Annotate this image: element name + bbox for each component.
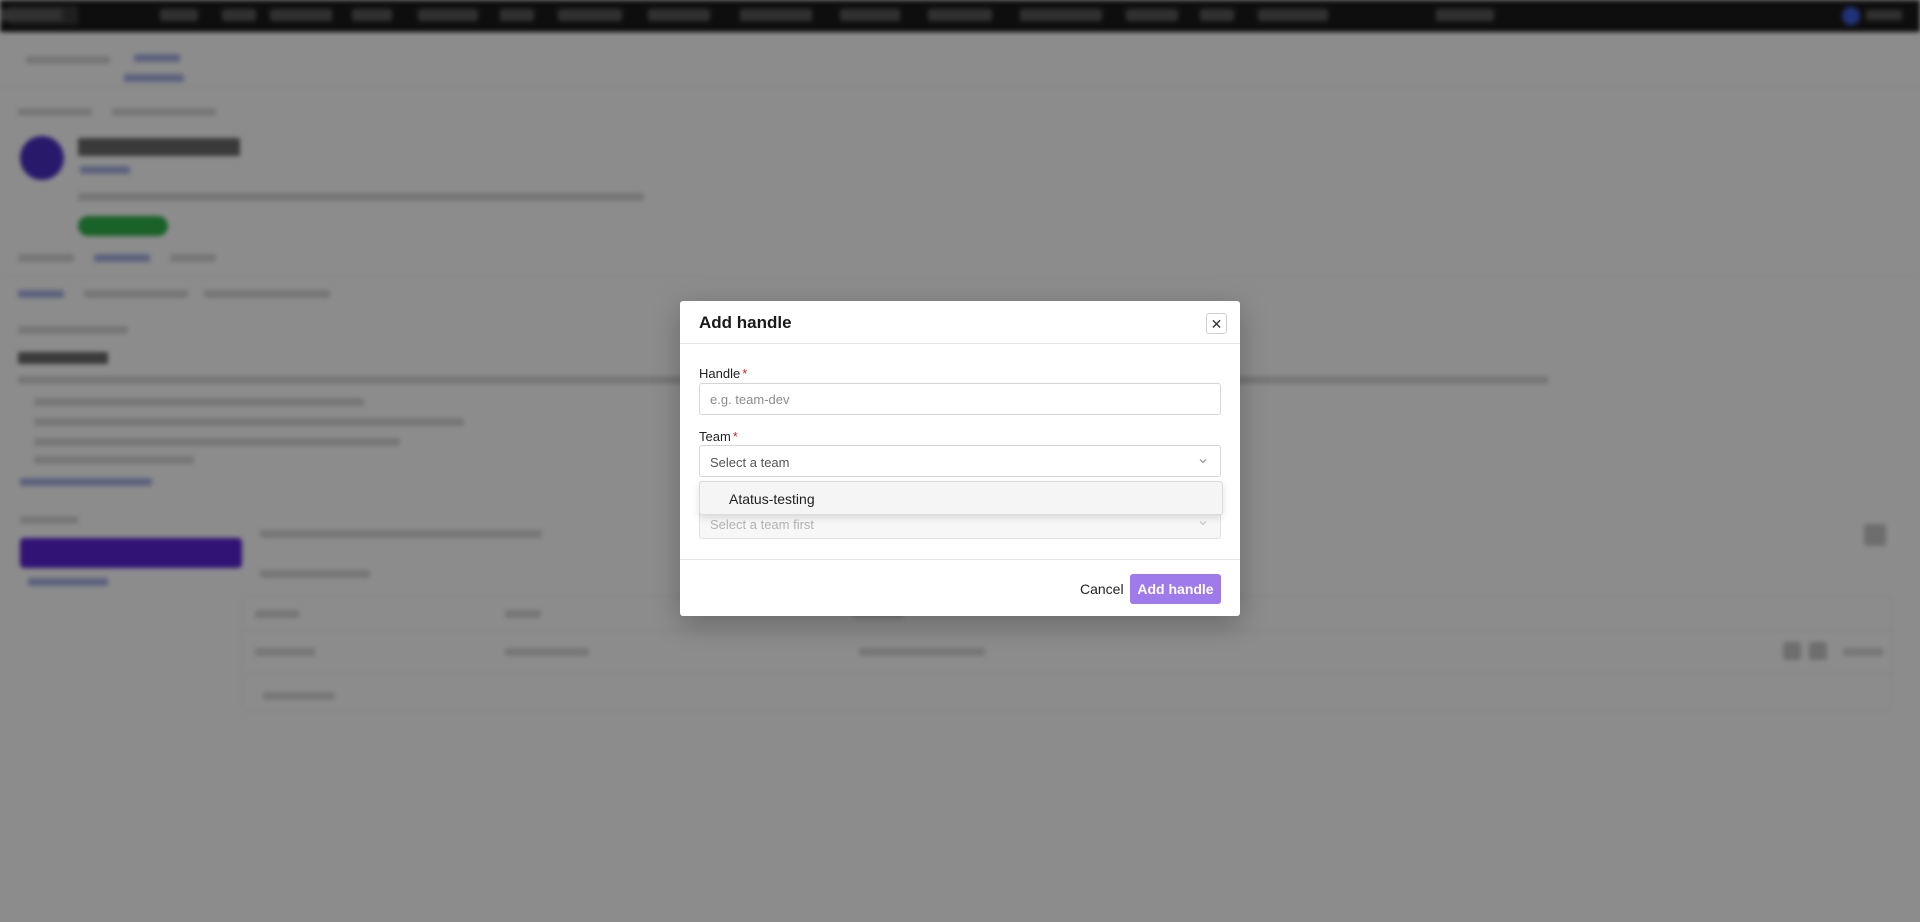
- close-button[interactable]: ✕: [1206, 313, 1227, 334]
- chevron-down-icon: [1199, 521, 1207, 526]
- cancel-button[interactable]: Cancel: [1072, 574, 1132, 604]
- team-label: Team *: [699, 429, 738, 444]
- team-select[interactable]: Select a team: [699, 445, 1221, 477]
- chevron-down-icon: [1199, 459, 1207, 464]
- handle-label: Handle *: [699, 366, 748, 381]
- add-handle-dialog: Add handle ✕ Handle* Team* Select a team…: [680, 301, 1240, 616]
- dialog-footer: Cancel Add handle: [680, 559, 1240, 616]
- dialog-title: Add handle: [699, 313, 792, 332]
- dialog-header: Add handle ✕: [680, 301, 1240, 344]
- handle-input[interactable]: [699, 383, 1221, 415]
- team-dropdown-menu: Atatus-testing: [699, 481, 1223, 515]
- dropdown-option-atatus-testing[interactable]: Atatus-testing: [729, 491, 815, 507]
- required-mark: *: [732, 429, 738, 444]
- dependent-select-placeholder: Select a team first: [710, 517, 815, 532]
- required-mark: *: [742, 366, 748, 381]
- team-select-placeholder: Select a team: [710, 455, 790, 470]
- add-handle-button[interactable]: Add handle: [1130, 574, 1221, 604]
- close-icon: ✕: [1210, 315, 1223, 332]
